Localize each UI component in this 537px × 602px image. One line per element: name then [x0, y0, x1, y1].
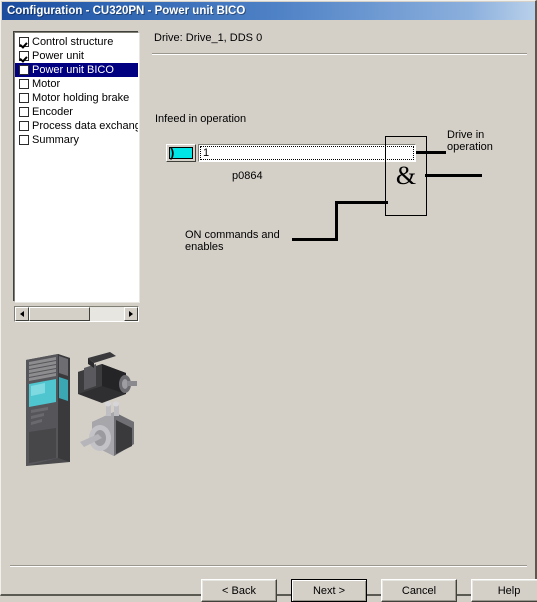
drive-in-operation-label: Drive in operation	[447, 129, 493, 153]
tree-item-motor[interactable]: Motor	[15, 77, 138, 91]
scroll-right-button[interactable]	[124, 307, 138, 321]
drive-header: Drive: Drive_1, DDS 0	[154, 32, 263, 44]
checkbox-icon[interactable]	[19, 51, 29, 61]
parameter-number-label: p0864	[232, 170, 263, 182]
next-button[interactable]: Next >	[291, 579, 367, 602]
tree-item-label: Encoder	[32, 106, 73, 118]
cancel-button[interactable]: Cancel	[381, 579, 457, 602]
bico-diagram: Infeed in operation 1 p0864 & ON command…	[147, 60, 532, 270]
configuration-step-tree[interactable]: Control structure Power unit Power unit BI…	[14, 32, 139, 302]
bico-connector-icon	[169, 145, 193, 160]
checkbox-icon[interactable]	[19, 121, 29, 131]
tree-item-encoder[interactable]: Encoder	[15, 105, 138, 119]
dialog-client-area: Control structure Power unit Power unit BI…	[2, 20, 537, 602]
title-bar: Configuration - CU320PN - Power unit BIC…	[2, 2, 535, 20]
button-separator	[10, 565, 527, 567]
scroll-left-button[interactable]	[15, 307, 29, 321]
dialog-button-row: < Back Next > Cancel Help	[201, 579, 537, 602]
window-title: Configuration - CU320PN - Power unit BIC…	[7, 5, 246, 17]
tree-item-summary[interactable]: Summary	[15, 133, 138, 147]
tree-item-process-data-exchang[interactable]: Process data exchang	[15, 119, 138, 133]
scrollbar-thumb[interactable]	[29, 307, 90, 321]
configuration-dialog: Configuration - CU320PN - Power unit BIC…	[0, 0, 537, 602]
tree-item-power-unit-bico[interactable]: Power unit BICO	[15, 63, 138, 77]
tree-item-label: Motor holding brake	[32, 92, 130, 104]
checkbox-icon[interactable]	[19, 79, 29, 89]
checkbox-icon[interactable]	[19, 93, 29, 103]
bico-connector-button[interactable]	[166, 144, 196, 162]
scroll-left-icon	[20, 311, 24, 317]
and-gate-symbol: &	[395, 161, 417, 190]
tree-item-label: Power unit BICO	[32, 64, 114, 76]
bico-input-value: 1	[203, 147, 210, 159]
tree-item-power-unit[interactable]: Power unit	[15, 49, 138, 63]
help-button[interactable]: Help	[471, 579, 537, 602]
checkbox-icon[interactable]	[19, 37, 29, 47]
scrollbar-track[interactable]	[29, 307, 124, 321]
checkbox-icon[interactable]	[19, 107, 29, 117]
checkbox-icon[interactable]	[19, 65, 29, 75]
wire-on-commands-vertical	[335, 201, 338, 241]
tree-item-label: Control structure	[32, 36, 114, 48]
tree-horizontal-scrollbar[interactable]	[14, 306, 139, 322]
back-button[interactable]: < Back	[201, 579, 277, 602]
wire-on-commands-horizontal	[292, 238, 338, 241]
tree-list: Control structure Power unit Power unit BI…	[15, 33, 138, 147]
bico-input-focus-ring: 1	[200, 146, 414, 160]
tree-item-motor-holding-brake[interactable]: Motor holding brake	[15, 91, 138, 105]
infeed-in-operation-label: Infeed in operation	[155, 113, 247, 125]
tree-item-label: Power unit	[32, 50, 84, 62]
tree-item-label: Motor	[32, 78, 61, 90]
tree-item-label: Process data exchang	[32, 120, 139, 132]
tree-item-control-structure[interactable]: Control structure	[15, 35, 138, 49]
product-illustration	[26, 352, 137, 466]
tree-item-label: Summary	[32, 134, 80, 146]
scroll-right-icon	[129, 311, 133, 317]
bico-source-input[interactable]: 1	[198, 144, 416, 162]
wire-on-commands-to-gate	[335, 201, 388, 204]
on-commands-label: ON commands and enables	[185, 229, 280, 253]
checkbox-icon[interactable]	[19, 135, 29, 145]
wire-gate-output	[425, 174, 482, 177]
header-separator	[152, 53, 527, 55]
and-gate-block: &	[385, 136, 427, 216]
